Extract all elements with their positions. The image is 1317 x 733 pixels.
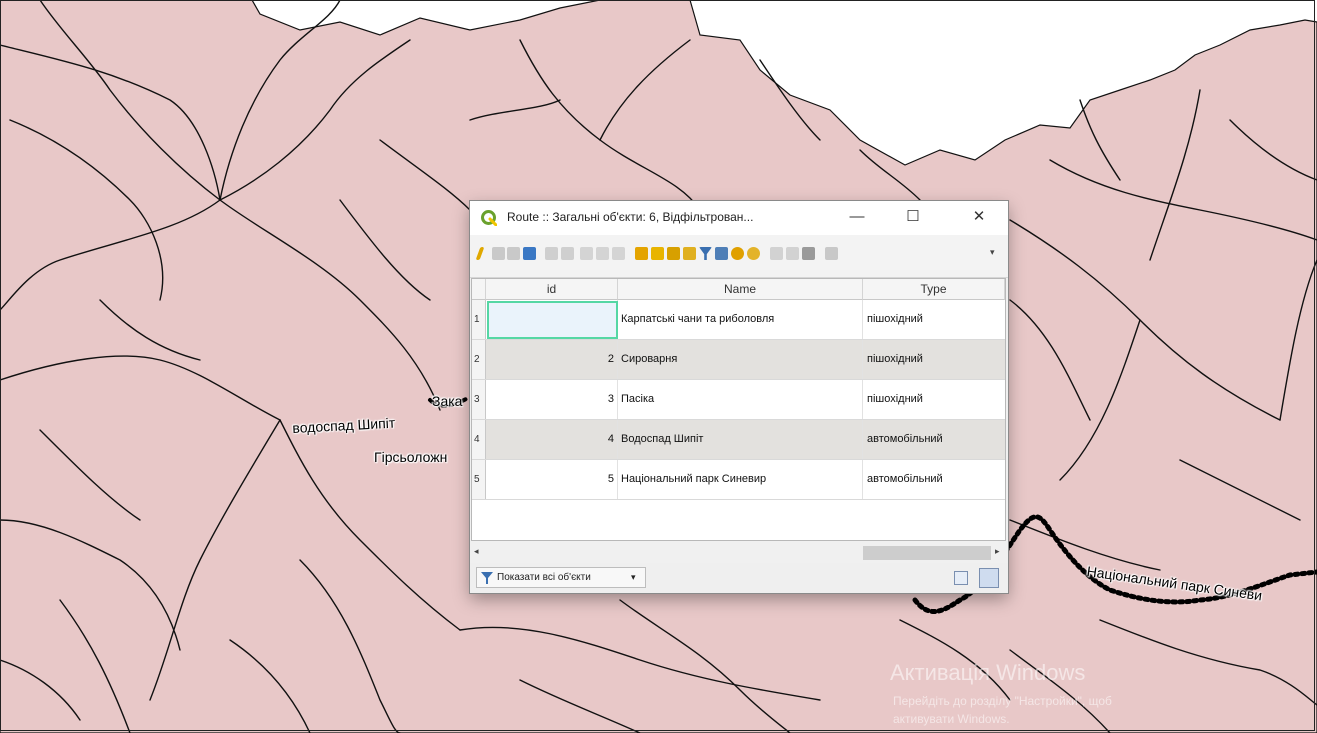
row-header[interactable]: 5 xyxy=(472,460,486,499)
column-header-type[interactable]: Type xyxy=(863,279,1005,300)
move-selection-to-top-icon[interactable] xyxy=(715,247,728,260)
show-all-features-button[interactable]: Показати всі об'єкти ▾ xyxy=(476,567,646,588)
selected-cell-highlight xyxy=(487,301,618,339)
table-view-icon[interactable] xyxy=(979,568,999,588)
select-all-icon[interactable] xyxy=(651,247,664,260)
map-label-girsko: Гірсьоложн xyxy=(374,449,448,465)
dropdown-arrow-icon: ▾ xyxy=(631,572,636,582)
table-row[interactable]: 4 4 Водоспад Шипіт автомобільний xyxy=(472,420,1005,460)
cell-name[interactable]: Сироварня xyxy=(618,340,863,379)
cell-type[interactable]: автомобільний xyxy=(863,420,1005,459)
row-header[interactable]: 4 xyxy=(472,420,486,459)
horizontal-scrollbar[interactable]: ◂ ▸ xyxy=(471,545,1006,561)
toolbar-overflow-icon[interactable]: ▾ xyxy=(990,247,995,258)
table-corner[interactable] xyxy=(472,279,486,300)
windows-watermark-title: Активація Windows xyxy=(890,660,1086,685)
new-field-icon[interactable] xyxy=(770,247,783,260)
cell-id[interactable]: 3 xyxy=(486,380,618,419)
map-label-zaka: Зака xyxy=(432,393,463,409)
qgis-logo-icon xyxy=(481,210,497,226)
column-header-name[interactable]: Name xyxy=(618,279,863,300)
cell-name[interactable]: Карпатські чани та риболовля xyxy=(618,300,863,339)
cell-type[interactable]: пішохідний xyxy=(863,380,1005,419)
paste-icon[interactable] xyxy=(612,247,625,260)
row-header[interactable]: 2 xyxy=(472,340,486,379)
cell-id[interactable]: 4 xyxy=(486,420,618,459)
minimize-button[interactable]: — xyxy=(835,204,879,230)
deselect-all-icon[interactable] xyxy=(683,247,696,260)
toggle-editing-icon[interactable] xyxy=(475,247,485,260)
show-all-label: Показати всі об'єкти xyxy=(497,572,591,583)
attribute-toolbar: ▾ xyxy=(470,235,1008,278)
multi-edit-icon[interactable] xyxy=(492,247,505,260)
cell-type[interactable]: пішохідний xyxy=(863,340,1005,379)
pan-to-selected-icon[interactable] xyxy=(731,247,744,260)
windows-watermark-line2: Перейдіть до розділу "Настройки", щоб xyxy=(893,694,1112,708)
cut-icon[interactable] xyxy=(580,247,593,260)
delete-feature-icon[interactable] xyxy=(561,247,574,260)
save-edits-icon[interactable] xyxy=(507,247,520,260)
reload-icon[interactable] xyxy=(523,247,536,260)
attribute-table[interactable]: id Name Type 1 1 Карпатські чани та рибо… xyxy=(471,278,1006,541)
cell-name[interactable]: Пасіка xyxy=(618,380,863,419)
row-header[interactable]: 3 xyxy=(472,380,486,419)
scroll-left-icon[interactable]: ◂ xyxy=(474,546,479,557)
maximize-button[interactable]: ☐ xyxy=(891,204,935,230)
cell-name[interactable]: Водоспад Шипіт xyxy=(618,420,863,459)
select-by-expression-icon[interactable] xyxy=(635,247,648,260)
field-calculator-icon[interactable] xyxy=(802,247,815,260)
cell-type[interactable]: автомобільний xyxy=(863,460,1005,499)
table-row[interactable]: 5 5 Національний парк Синевир автомобіль… xyxy=(472,460,1005,500)
scrollbar-thumb[interactable] xyxy=(863,546,991,560)
cell-id[interactable]: 5 xyxy=(486,460,618,499)
filter-selected-icon[interactable] xyxy=(699,247,712,260)
zoom-to-selected-icon[interactable] xyxy=(747,247,760,260)
column-header-id[interactable]: id xyxy=(486,279,618,300)
close-button[interactable]: ✕ xyxy=(957,204,1001,230)
table-row[interactable]: 3 3 Пасіка пішохідний xyxy=(472,380,1005,420)
cell-name[interactable]: Національний парк Синевир xyxy=(618,460,863,499)
windows-watermark-line3: активувати Windows. xyxy=(893,712,1010,726)
delete-field-icon[interactable] xyxy=(786,247,799,260)
cell-type[interactable]: пішохідний xyxy=(863,300,1005,339)
scroll-right-icon[interactable]: ▸ xyxy=(995,546,1000,557)
form-view-icon[interactable] xyxy=(954,571,968,585)
row-header[interactable]: 1 xyxy=(472,300,486,339)
window-title: Route :: Загальні об'єкти: 6, Відфільтро… xyxy=(507,210,754,224)
copy-icon[interactable] xyxy=(596,247,609,260)
window-title-bar[interactable]: Route :: Загальні об'єкти: 6, Відфільтро… xyxy=(470,201,1008,235)
cell-id[interactable]: 2 xyxy=(486,340,618,379)
invert-selection-icon[interactable] xyxy=(667,247,680,260)
attribute-table-window: Route :: Загальні об'єкти: 6, Відфільтро… xyxy=(470,201,1008,593)
add-feature-icon[interactable] xyxy=(545,247,558,260)
filter-icon xyxy=(481,572,493,584)
status-bar: Показати всі об'єкти ▾ xyxy=(470,563,1008,593)
conditional-formatting-icon[interactable] xyxy=(825,247,838,260)
table-row[interactable]: 2 2 Сироварня пішохідний xyxy=(472,340,1005,380)
